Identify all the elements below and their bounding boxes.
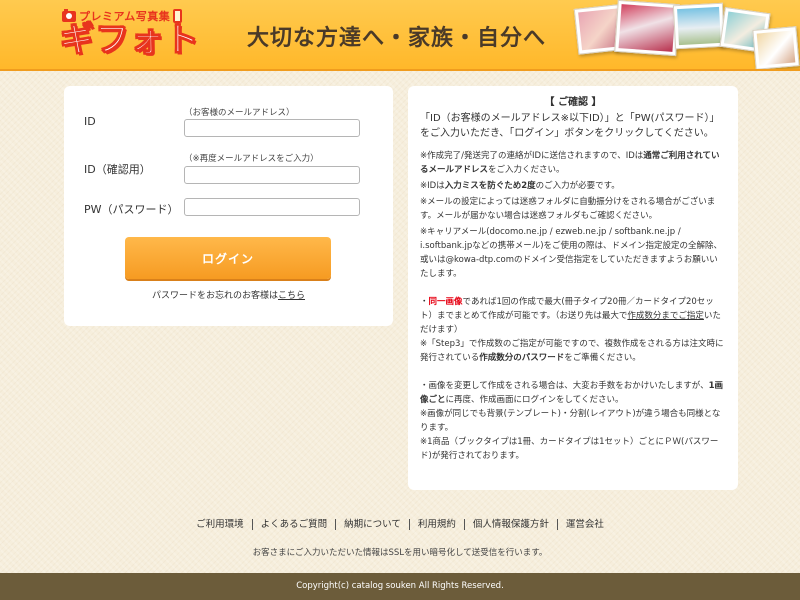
copyright-bar: Copyright(c) catalog souken All Rights R… [0,573,800,600]
id-confirm-hint: （※再度メールアドレスをご入力） [184,154,319,164]
ssl-note: お客さまにご入力いただいた情報はSSLを用い暗号化して送受信を行います。 [252,548,548,558]
note-spam-folder: ※メールの設定によっては迷惑フォルダに自動振分けをされる場合がございます。メール… [420,197,716,221]
note-step3: ※「Step3」で作成数のご指定が可能ですので、複数作成をされる方は注文時に発行… [420,339,724,363]
id-hint: （お客様のメールアドレス） [184,108,295,118]
note-change-image: ・画像を変更して作成をされる場合は、大変お手数をおかけいたしますが、1画像ごとに… [420,381,724,405]
login-panel: ID （お客様のメールアドレス） ID（確認用） （※再度メールアドレスをご入力… [64,86,393,326]
id-confirm-label: ID（確認用） [84,163,151,176]
photo-collage-image [570,0,800,69]
id-confirm-input[interactable] [184,166,360,184]
footer-nav: ご利用環境 よくあるご質問 納期について 利用規約 個人情報保護方針 運営会社 [0,516,800,530]
login-button[interactable]: ログイン [125,237,331,279]
password-label: PW（パスワード） [84,203,179,216]
photo-frame [752,26,800,69]
footer-link-faq[interactable]: よくあるご質問 [251,519,336,530]
site-header: プレミアム写真集 ギフォト 大切な方達へ・家族・自分へ [0,0,800,71]
site-logo[interactable]: ギフォト [60,20,200,61]
password-input[interactable] [184,198,360,216]
id-label: ID [84,115,96,128]
note-email-id: ※作成完了/発送完了の連絡がIDに送信されますので、IDは通常ご利用されているメ… [420,151,720,175]
footer-link-environment[interactable]: ご利用環境 [188,519,252,530]
footer-link-privacy[interactable]: 個人情報保護方針 [463,519,557,530]
forgot-password-prefix: パスワードをお忘れのお客様は [151,291,278,301]
confirmation-panel: 【 ご確認 】 「ID（お客様のメールアドレス※以下ID）」と「PW(パスワード… [408,86,738,490]
note-carrier-mail: ※キャリアメール(docomo.ne.jp / ezweb.ne.jp / so… [420,227,723,279]
photo-frame [672,2,726,50]
confirmation-intro: 「ID（お客様のメールアドレス※以下ID）」と「PW(パスワード）」をご入力いた… [420,113,720,139]
footer-link-delivery[interactable]: 納期について [335,519,409,530]
id-input[interactable] [184,119,360,137]
photo-frame [614,0,680,57]
header-tagline: 大切な方達へ・家族・自分へ [247,26,547,51]
note-password-per-item: ※1商品（ブックタイプは1冊、カードタイプは1セット）ごとにＰＷ(パスワード)が… [420,437,719,461]
note-same-image: ・同一画像であれば1回の作成で最大(冊子タイプ20冊／カードタイプ20セット）ま… [420,297,721,335]
forgot-password-text: パスワードをお忘れのお客様はこちら [64,288,393,301]
forgot-password-link[interactable]: こちら [278,291,305,301]
note-id-twice: ※IDは入力ミスを防ぐため2度のご入力が必要です。 [420,181,620,191]
footer-link-terms[interactable]: 利用規約 [408,519,464,530]
note-template-layout: ※画像が同じでも背景(テンプレート)・分割(レイアウト)が違う場合も同様となりま… [420,409,721,433]
footer-link-company[interactable]: 運営会社 [556,519,612,530]
confirmation-title: 【 ご確認 】 [544,97,602,108]
